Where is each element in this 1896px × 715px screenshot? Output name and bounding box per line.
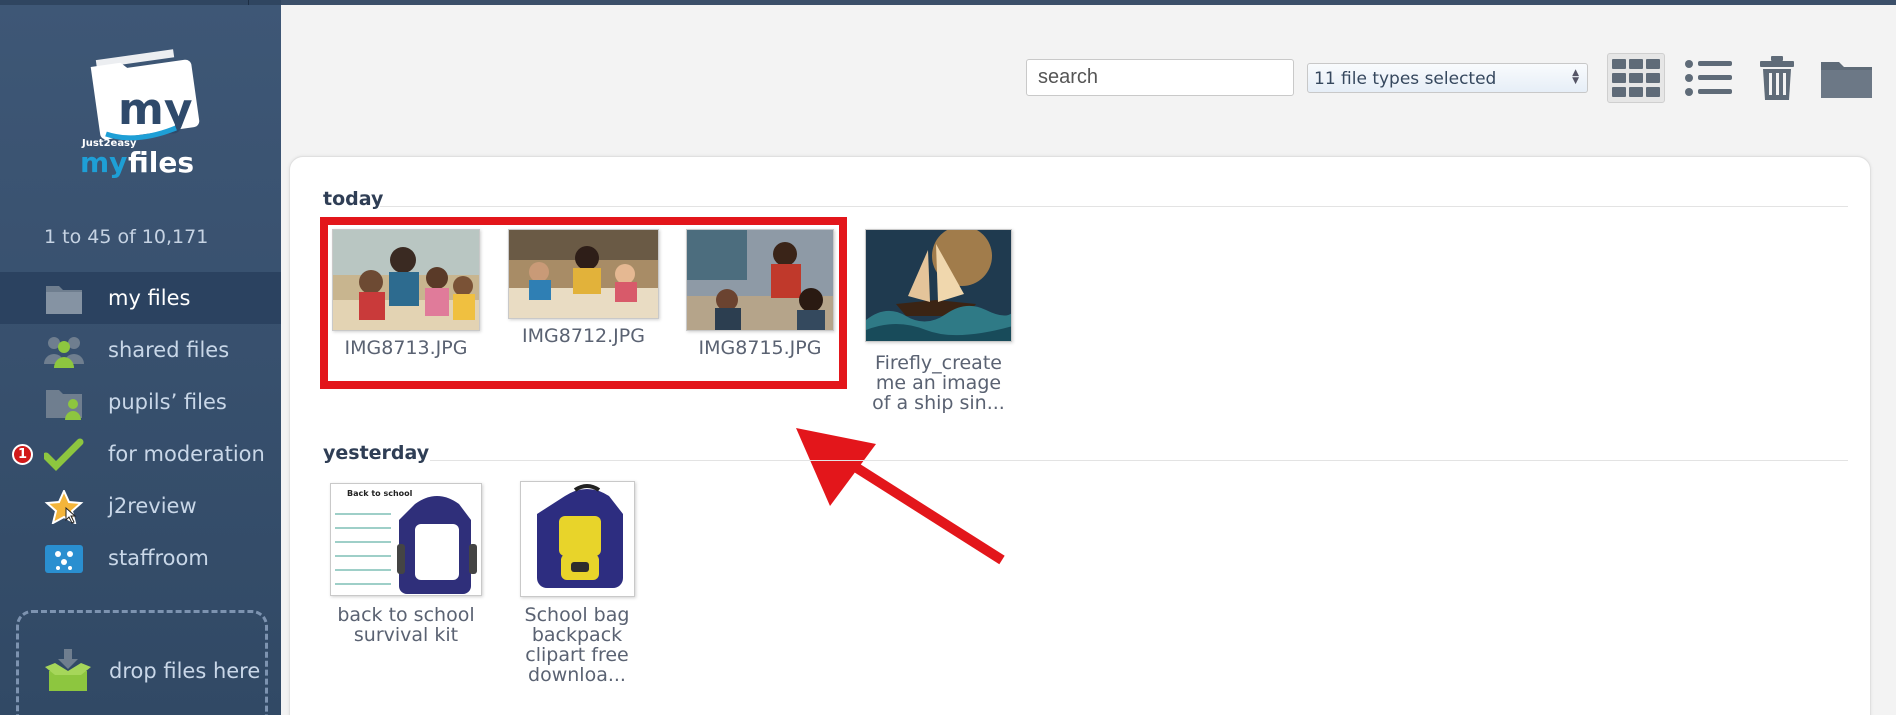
staffroom-icon — [45, 545, 83, 573]
new-folder-button[interactable] — [1818, 53, 1876, 103]
myfiles-logo[interactable]: my Just2easy my files — [72, 42, 212, 182]
trash-icon — [1760, 56, 1794, 100]
sidebar-item-for-moderation[interactable]: 1 for moderation — [0, 428, 281, 480]
shared-users-icon — [44, 337, 84, 368]
sidebar-item-label: my files — [108, 286, 191, 310]
file-types-value: 11 file types selected — [1314, 69, 1497, 89]
svg-text:my: my — [118, 84, 193, 135]
sidebar-top-strip — [0, 0, 281, 5]
sidebar-item-my-files[interactable]: my files — [0, 272, 281, 324]
divider — [380, 206, 1848, 207]
folder-icon — [1821, 62, 1872, 98]
sidebar-item-shared-files[interactable]: shared files — [0, 324, 281, 376]
upload-box-icon — [45, 649, 91, 691]
back-to-school-document-preview: Back to school — [331, 484, 481, 595]
select-arrows-icon: ▲ ▼ — [1572, 68, 1579, 86]
checkmark-icon — [44, 438, 84, 471]
group-title-today: today — [323, 188, 384, 210]
grid-view-icon — [1612, 59, 1660, 97]
sidebar-item-label: for moderation — [108, 442, 265, 466]
file-name: Firefly_create me an image of a ship sin… — [872, 352, 1005, 414]
group-title-yesterday: yesterday — [323, 442, 430, 464]
annotation-arrow — [796, 428, 1005, 565]
list-view-button[interactable] — [1680, 53, 1738, 103]
top-strip — [0, 0, 1896, 5]
file-count: 1 to 45 of 10,171 — [44, 226, 209, 248]
grid-view-button[interactable] — [1607, 53, 1665, 103]
ship-storm-image — [866, 230, 1011, 341]
file-types-select[interactable]: 11 file types selected ▲ ▼ — [1307, 63, 1588, 93]
sidebar-item-label: j2review — [108, 494, 197, 518]
search-input[interactable] — [1026, 59, 1294, 96]
sidebar-item-j2review[interactable]: j2review — [0, 480, 281, 532]
sidebar-item-pupils-files[interactable]: pupils’ files — [0, 376, 281, 428]
svg-text:my: my — [80, 146, 127, 179]
pupils-folder-icon — [46, 390, 82, 420]
file-thumbnail[interactable] — [865, 229, 1012, 342]
svg-text:files: files — [128, 146, 194, 179]
moderation-count-badge: 1 — [12, 444, 33, 465]
sidebar-item-label: pupils’ files — [108, 390, 227, 414]
sidebar-item-label: shared files — [108, 338, 230, 362]
drop-files-zone[interactable]: drop files here — [16, 610, 268, 715]
file-thumbnail[interactable] — [520, 481, 635, 597]
sidebar-item-staffroom[interactable]: staffroom — [0, 532, 281, 584]
divider — [430, 460, 1848, 461]
file-thumbnail[interactable]: Back to school — [330, 483, 482, 596]
file-name: School bag backpack clipart free downloa… — [524, 604, 630, 686]
drop-files-label: drop files here — [109, 659, 261, 683]
star-icon — [44, 490, 84, 524]
sidebar-item-label: staffroom — [108, 546, 209, 570]
folder-icon — [46, 286, 82, 314]
svg-text:Back to school: Back to school — [347, 489, 413, 498]
list-view-icon — [1685, 60, 1732, 96]
selection-highlight-box — [320, 217, 847, 389]
delete-button[interactable] — [1748, 53, 1806, 103]
backpack-clipart-preview — [521, 482, 634, 596]
sidebar: my Just2easy my files 1 to 45 of 10,171 … — [0, 0, 281, 715]
file-name: back to school survival kit — [337, 604, 475, 646]
